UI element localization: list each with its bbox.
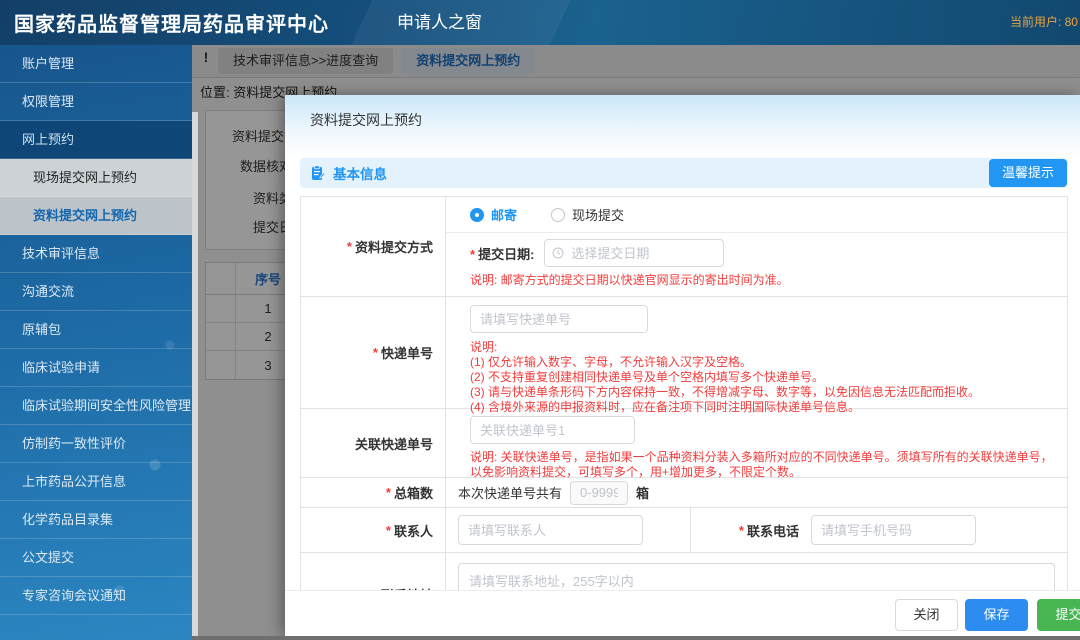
- sidebar-item-chemical-catalog[interactable]: 化学药品目录集: [0, 501, 192, 539]
- submit-date-note: 说明: 邮寄方式的提交日期以快递官网显示的寄出时间为准。: [470, 273, 789, 287]
- form-row-total-boxes: * 总箱数 本次快递单号共有 箱: [301, 478, 1067, 508]
- contact-person-input[interactable]: [458, 515, 643, 545]
- booking-form: * 资料提交方式 邮寄 现场提交 * 提交日期: 选择提交日期 说明: 邮寄方式…: [300, 196, 1068, 636]
- field-label-related-tracking: 关联快递单号: [301, 409, 446, 477]
- tracking-note: 说明:: [470, 340, 498, 354]
- tips-button[interactable]: 温馨提示: [988, 159, 1067, 187]
- field-label-contact: * 联系人: [301, 508, 446, 552]
- field-label-submit-method: * 资料提交方式: [301, 197, 446, 296]
- save-button[interactable]: 保存: [965, 599, 1028, 631]
- sidebar-item-onsite-booking[interactable]: 现场提交网上预约: [0, 159, 192, 197]
- form-row-submit-method: * 资料提交方式 邮寄 现场提交 * 提交日期: 选择提交日期 说明: 邮寄方式…: [301, 197, 1067, 297]
- boxes-prefix: 本次快递单号共有: [458, 486, 563, 501]
- sidebar-item-raw-materials[interactable]: 原辅包: [0, 311, 192, 349]
- sidebar-item-expert-meeting[interactable]: 专家咨询会议通知: [0, 577, 192, 615]
- page-bottom-bar: [192, 636, 1080, 640]
- dialog-header: 资料提交网上预约: [285, 95, 1080, 159]
- radio-mail[interactable]: 邮寄: [470, 205, 517, 224]
- sidebar: 账户管理 权限管理 网上预约 现场提交网上预约 资料提交网上预约 技术审评信息 …: [0, 45, 192, 640]
- field-label-submit-date: * 提交日期:: [470, 246, 535, 262]
- radio-selected-icon: [470, 207, 484, 222]
- form-row-contact: * 联系人 * 联系电话: [301, 508, 1067, 553]
- sidebar-item-generic-evaluation[interactable]: 仿制药一致性评价: [0, 425, 192, 463]
- current-user-label: 当前用户: 80: [1009, 15, 1078, 29]
- brand-title: 国家药品监督管理局药品审评中心: [14, 14, 329, 36]
- sidebar-item-material-booking[interactable]: 资料提交网上预约: [0, 197, 192, 235]
- sidebar-item-online-booking[interactable]: 网上预约: [0, 121, 192, 159]
- dialog-footer: 关闭 保存 提交: [285, 590, 1080, 636]
- clipboard-edit-icon: [312, 165, 326, 180]
- nav-applicant-window[interactable]: 申请人之窗: [387, 0, 492, 45]
- submit-button[interactable]: 提交: [1037, 599, 1080, 631]
- content-scrollbar[interactable]: [192, 112, 198, 636]
- form-row-related-tracking: 关联快递单号 说明: 关联快递单号，是指如果一个品种资料分装入多箱所对应的不同快…: [301, 409, 1067, 479]
- boxes-suffix: 箱: [636, 486, 650, 501]
- tracking-note: (2) 不支持重复创建相同快递单号及单个空格内填写多个快递单号。: [470, 370, 825, 384]
- form-row-tracking-number: * 快递单号 说明: (1) 仅允许输入数字、字母，不允许输入汉字及空格。 (2…: [301, 297, 1067, 414]
- section-title: 基本信息: [333, 167, 387, 182]
- sidebar-item-marketed-drug-info[interactable]: 上市药品公开信息: [0, 463, 192, 501]
- dialog-title: 资料提交网上预约: [310, 112, 422, 128]
- radio-onsite[interactable]: 现场提交: [551, 205, 624, 224]
- sidebar-item-review-info[interactable]: 技术审评信息: [0, 235, 192, 273]
- sidebar-item-clinical-application[interactable]: 临床试验申请: [0, 349, 192, 387]
- tracking-note: (3) 请与快递单条形码下方内容保持一致，不得增减字母、数字等，以免因信息无法匹…: [470, 385, 981, 399]
- radio-unselected-icon: [551, 207, 566, 222]
- field-label-total-boxes: * 总箱数: [301, 478, 446, 507]
- basic-info-section-bar: 基本信息 温馨提示: [300, 158, 1068, 188]
- submit-date-input[interactable]: [544, 239, 725, 267]
- clock-icon: [552, 247, 564, 259]
- total-boxes-input[interactable]: [570, 480, 629, 505]
- related-tracking-input[interactable]: [470, 416, 635, 444]
- sidebar-item-communication[interactable]: 沟通交流: [0, 273, 192, 311]
- sidebar-item-clinical-risk[interactable]: 临床试验期间安全性风险管理: [0, 387, 192, 425]
- sidebar-item-document-submit[interactable]: 公文提交: [0, 539, 192, 577]
- sidebar-item-account[interactable]: 账户管理: [0, 45, 192, 83]
- tracking-number-input[interactable]: [470, 305, 648, 333]
- related-tracking-note: 说明: 关联快递单号，是指如果一个品种资料分装入多箱所对应的不同快递单号。须填写…: [470, 450, 1053, 479]
- tracking-note: (1) 仅允许输入数字、字母，不允许输入汉字及空格。: [470, 355, 753, 369]
- close-button[interactable]: 关闭: [895, 599, 958, 631]
- contact-phone-input[interactable]: [811, 515, 976, 545]
- material-booking-dialog: 资料提交网上预约 基本信息 温馨提示 * 资料提交方式 邮寄 现场提交 * 提交…: [285, 95, 1080, 636]
- field-label-phone: * 联系电话: [738, 522, 799, 539]
- field-label-tracking: * 快递单号: [301, 297, 446, 408]
- sidebar-item-permission[interactable]: 权限管理: [0, 83, 192, 121]
- app-header: 国家药品监督管理局药品审评中心 申请人之窗 当前用户: 80: [0, 0, 1080, 45]
